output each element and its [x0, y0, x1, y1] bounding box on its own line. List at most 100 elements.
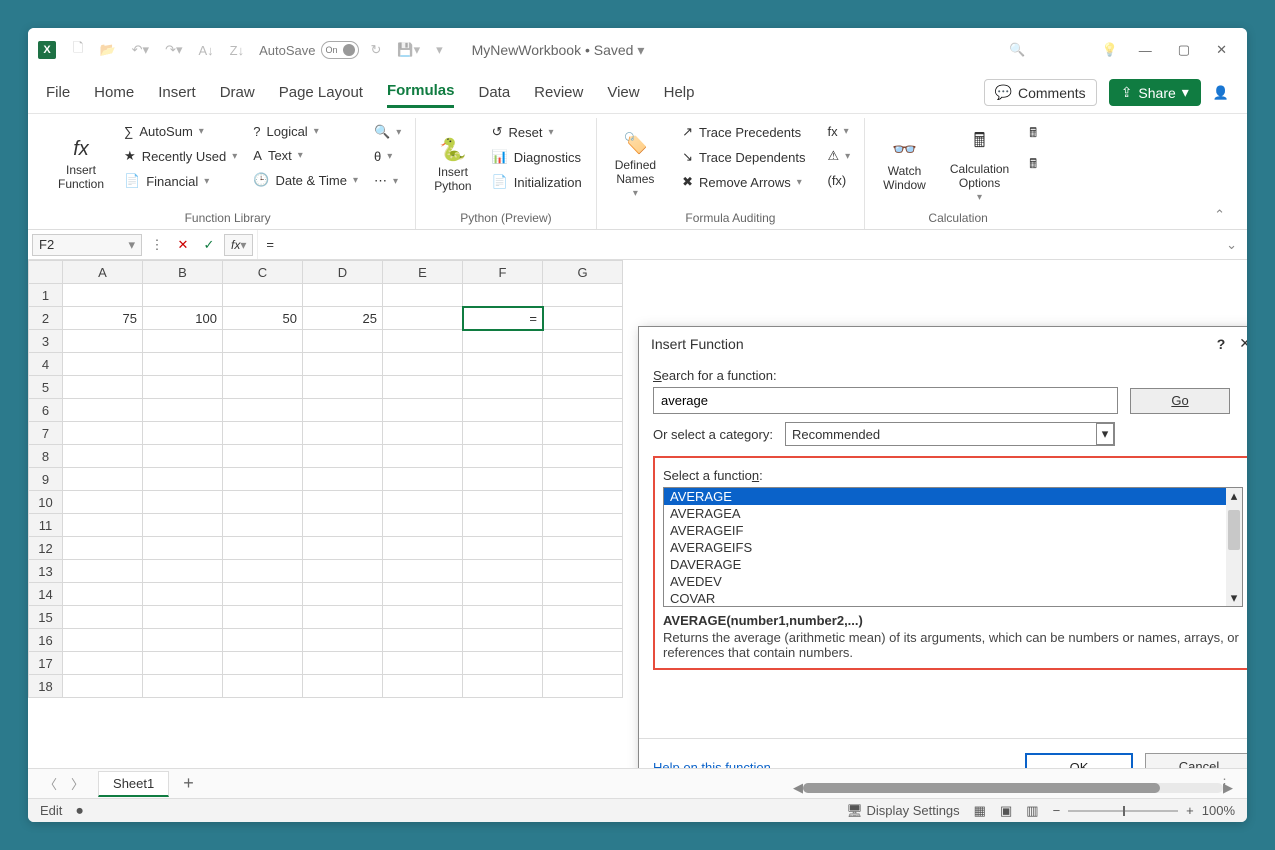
view-pagelayout-button[interactable]: ▣ [1000, 803, 1012, 819]
cell[interactable] [543, 629, 623, 652]
view-normal-button[interactable]: ▦ [974, 803, 986, 819]
calc-options-button[interactable]: 🖩 Calculation Options [942, 122, 1017, 207]
row-header[interactable]: 6 [29, 399, 63, 422]
cell[interactable] [543, 468, 623, 491]
row-header[interactable]: 14 [29, 583, 63, 606]
cell[interactable] [383, 514, 463, 537]
cell[interactable] [303, 514, 383, 537]
name-box-menu[interactable]: ⋮ [146, 237, 168, 253]
defined-names-button[interactable]: 🏷️ Defined Names [607, 122, 664, 207]
cell[interactable] [223, 284, 303, 307]
trace-dependents-button[interactable]: ↘Trace Dependents [678, 147, 809, 167]
row-header[interactable]: 4 [29, 353, 63, 376]
cell[interactable]: 25 [303, 307, 383, 330]
cell[interactable] [303, 399, 383, 422]
cell[interactable] [223, 514, 303, 537]
go-button[interactable]: Go [1130, 388, 1230, 414]
view-pagebreak-button[interactable]: ▥ [1026, 803, 1038, 819]
list-item[interactable]: AVERAGEIFS [664, 539, 1242, 556]
tab-help[interactable]: Help [664, 80, 695, 105]
lookup-button[interactable]: 🔍 [370, 122, 405, 142]
row-header[interactable]: 17 [29, 652, 63, 675]
cell[interactable] [63, 445, 143, 468]
search-input[interactable] [653, 387, 1118, 414]
col-header[interactable]: F [463, 261, 543, 284]
col-header[interactable]: G [543, 261, 623, 284]
listbox-scrollbar[interactable]: ▴▾ [1226, 488, 1242, 606]
user-icon[interactable]: 👤 [1213, 85, 1229, 101]
cell[interactable] [303, 629, 383, 652]
cell[interactable]: 75 [63, 307, 143, 330]
cell[interactable] [463, 514, 543, 537]
cell[interactable] [543, 307, 623, 330]
cell[interactable] [223, 560, 303, 583]
cell[interactable] [63, 560, 143, 583]
text-button[interactable]: AText [249, 146, 362, 165]
cell[interactable] [303, 284, 383, 307]
cell[interactable] [143, 537, 223, 560]
cell[interactable] [383, 330, 463, 353]
cell[interactable] [543, 652, 623, 675]
show-formulas-button[interactable]: fx [823, 122, 854, 141]
cell[interactable] [223, 445, 303, 468]
calc-sheet-button[interactable]: 🖩 [1025, 153, 1041, 179]
row-header[interactable]: 8 [29, 445, 63, 468]
cell[interactable] [143, 606, 223, 629]
formula-input[interactable]: = [257, 230, 1212, 259]
search-icon[interactable]: 🔍 [1004, 42, 1030, 58]
cell[interactable] [63, 583, 143, 606]
row-header[interactable]: 9 [29, 468, 63, 491]
col-header[interactable]: C [223, 261, 303, 284]
cell[interactable] [463, 652, 543, 675]
cell[interactable] [223, 353, 303, 376]
cell[interactable] [223, 675, 303, 698]
error-check-button[interactable]: ⚠ [823, 146, 854, 166]
cell[interactable] [143, 491, 223, 514]
evaluate-button[interactable]: (fx) [823, 171, 854, 190]
undo-icon[interactable]: ↶▾ [127, 42, 154, 58]
maximize-button[interactable]: ▢ [1168, 38, 1200, 62]
fx-button[interactable]: fx ▾ [224, 234, 253, 256]
zoom-out-button[interactable]: − [1053, 803, 1061, 818]
minimize-button[interactable]: — [1129, 39, 1162, 62]
cancel-formula-button[interactable]: ✕ [172, 237, 194, 253]
cell[interactable] [463, 629, 543, 652]
enter-formula-button[interactable]: ✓ [198, 237, 220, 253]
list-item[interactable]: AVERAGE [664, 488, 1242, 505]
cell[interactable] [383, 675, 463, 698]
help-icon[interactable]: ? [1207, 336, 1236, 352]
tab-draw[interactable]: Draw [220, 80, 255, 105]
cell[interactable] [63, 537, 143, 560]
zoom-slider[interactable] [1068, 810, 1178, 812]
tab-pagelayout[interactable]: Page Layout [279, 80, 363, 105]
horizontal-scrollbar[interactable]: ◀ ▶ [793, 780, 1233, 796]
tab-file[interactable]: File [46, 80, 70, 105]
math-button[interactable]: θ [370, 147, 405, 166]
cell[interactable] [383, 445, 463, 468]
cell[interactable] [143, 284, 223, 307]
cell[interactable] [543, 284, 623, 307]
cell[interactable] [303, 376, 383, 399]
cell[interactable] [463, 376, 543, 399]
cell[interactable] [463, 468, 543, 491]
logical-button[interactable]: ?Logical [249, 122, 362, 141]
cell[interactable] [143, 583, 223, 606]
cell[interactable] [303, 606, 383, 629]
cell[interactable] [303, 583, 383, 606]
cell[interactable] [463, 330, 543, 353]
tab-data[interactable]: Data [478, 80, 510, 105]
cell[interactable] [463, 537, 543, 560]
cell[interactable] [463, 284, 543, 307]
watch-window-button[interactable]: 👓 Watch Window [875, 122, 934, 207]
cell[interactable] [383, 583, 463, 606]
prev-sheet-button[interactable]: 〈 [44, 774, 57, 793]
document-title[interactable]: MyNewWorkbook • Saved ▾ [472, 42, 645, 59]
cell[interactable] [383, 560, 463, 583]
cell[interactable] [223, 399, 303, 422]
cell[interactable] [543, 330, 623, 353]
cell[interactable] [383, 652, 463, 675]
new-file-icon[interactable]: 🗋 [68, 39, 88, 61]
cell[interactable] [463, 353, 543, 376]
cell[interactable] [303, 468, 383, 491]
datetime-button[interactable]: 🕒Date & Time [249, 170, 362, 190]
